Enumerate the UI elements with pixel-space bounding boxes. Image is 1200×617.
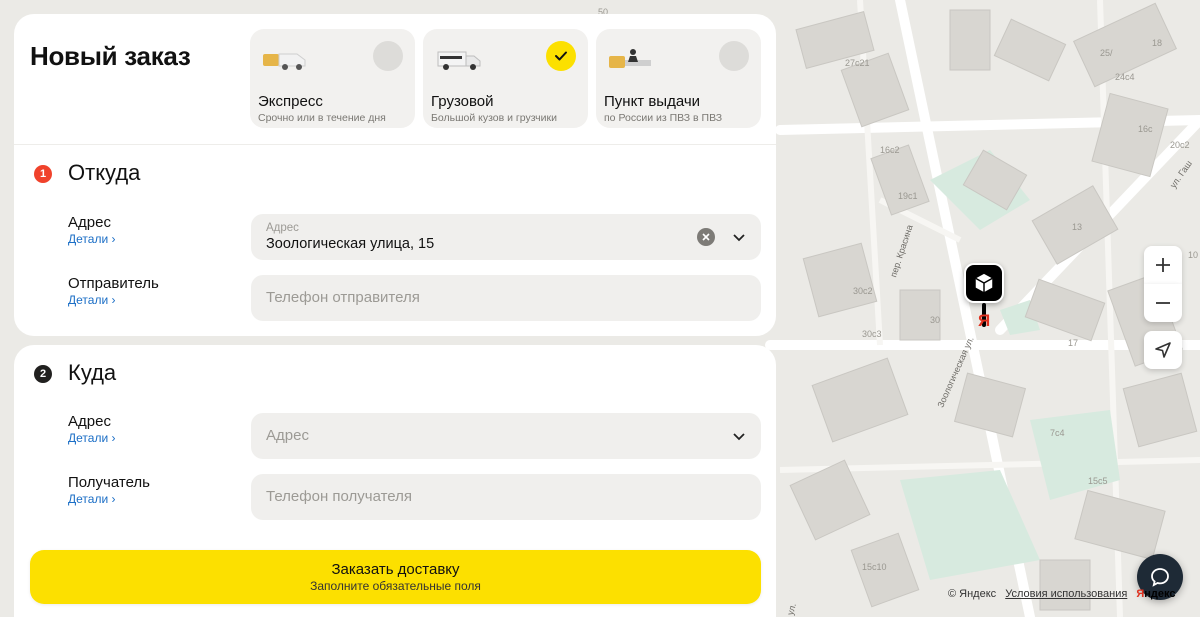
chat-icon bbox=[1151, 568, 1169, 587]
delivery-type-title: Экспресс bbox=[258, 93, 323, 110]
house-number: 7с4 bbox=[1050, 428, 1065, 438]
to-address-details-link[interactable]: Детали › bbox=[68, 431, 116, 445]
to-address-placeholder: Адрес bbox=[266, 427, 309, 444]
locate-button[interactable] bbox=[1144, 331, 1182, 369]
order-button-label: Заказать доставку bbox=[331, 561, 460, 578]
map-marker[interactable] bbox=[964, 263, 1004, 303]
step-title-from: Откуда bbox=[68, 160, 141, 185]
zoom-out-button[interactable] bbox=[1144, 284, 1182, 322]
clear-address-button[interactable] bbox=[697, 228, 715, 246]
house-number: 17 bbox=[1068, 338, 1079, 348]
delivery-type-pickup[interactable]: Пункт выдачи по России из ПВЗ в ПВЗ bbox=[596, 29, 761, 128]
house-number: 16с2 bbox=[880, 145, 900, 155]
house-number: 16с bbox=[1138, 124, 1153, 134]
chevron-right-icon: › bbox=[111, 293, 116, 307]
house-number: 24с4 bbox=[1115, 72, 1135, 82]
recipient-phone-placeholder: Телефон получателя bbox=[266, 488, 413, 505]
house-number: 15с5 bbox=[1088, 476, 1108, 486]
from-address-field[interactable]: Адрес Зоологическая улица, 15 bbox=[251, 214, 761, 260]
house-number: 18 bbox=[1152, 38, 1163, 48]
from-address-label: Адрес bbox=[68, 214, 111, 231]
from-address-field-label: Адрес bbox=[266, 222, 299, 234]
clear-icon bbox=[702, 233, 710, 241]
chevron-right-icon: › bbox=[111, 232, 116, 246]
delivery-type-express[interactable]: Экспресс Срочно или в течение дня bbox=[250, 29, 415, 128]
house-number: 15с10 bbox=[862, 562, 887, 572]
recipient-phone-field[interactable]: Телефон получателя bbox=[251, 474, 761, 520]
chevron-right-icon: › bbox=[111, 492, 116, 506]
order-delivery-button[interactable]: Заказать доставку Заполните обязательные… bbox=[30, 550, 761, 604]
copyright-text: © Яндекс bbox=[948, 588, 997, 600]
step-number-from: 1 bbox=[34, 165, 52, 183]
house-number: 13 bbox=[1072, 222, 1083, 232]
order-card-from: Новый заказ Экспресс Срочно или в течени… bbox=[14, 14, 776, 336]
from-address-value[interactable]: Зоологическая улица, 15 bbox=[266, 236, 434, 252]
house-number: 20с2 bbox=[1170, 140, 1190, 150]
delivery-type-cargo-check bbox=[546, 41, 576, 71]
house-number: 30 bbox=[930, 315, 941, 325]
delivery-type-subtitle: по России из ПВЗ в ПВЗ bbox=[604, 112, 723, 124]
map-copyright: © Яндекс Условия использования Яндекс bbox=[948, 588, 1176, 600]
sender-phone-field[interactable]: Телефон отправителя bbox=[251, 275, 761, 321]
truck-icon bbox=[437, 51, 481, 70]
yandex-logo: Яндекс bbox=[1136, 588, 1176, 600]
terms-link[interactable]: Условия использования bbox=[1005, 588, 1127, 600]
sender-label: Отправитель bbox=[68, 275, 159, 292]
zoom-in-icon bbox=[1156, 258, 1170, 272]
house-number: 10 bbox=[1188, 250, 1199, 260]
delivery-type-express-check bbox=[373, 41, 403, 71]
recipient-details-link[interactable]: Детали › bbox=[68, 492, 116, 506]
delivery-type-title: Пункт выдачи bbox=[604, 93, 701, 110]
from-address-details-link[interactable]: Детали › bbox=[68, 232, 116, 246]
delivery-type-title: Грузовой bbox=[431, 93, 494, 110]
delivery-type-subtitle: Большой кузов и грузчики bbox=[431, 112, 557, 124]
chevron-down-icon[interactable] bbox=[731, 428, 747, 444]
check-icon bbox=[555, 51, 567, 61]
zoom-out-icon bbox=[1156, 302, 1170, 304]
locate-icon bbox=[1155, 342, 1171, 358]
recipient-label: Получатель bbox=[68, 474, 150, 491]
chevron-right-icon: › bbox=[111, 431, 116, 445]
sender-details-link[interactable]: Детали › bbox=[68, 293, 116, 307]
cube-icon bbox=[975, 273, 993, 293]
page-title: Новый заказ bbox=[30, 41, 191, 71]
to-address-field[interactable]: Адрес bbox=[251, 413, 761, 459]
to-address-label: Адрес bbox=[68, 413, 111, 430]
house-number: 25/ bbox=[1100, 48, 1113, 58]
house-number: 30с3 bbox=[862, 329, 882, 339]
express-car-icon bbox=[263, 53, 306, 70]
delivery-type-subtitle: Срочно или в течение дня bbox=[258, 112, 386, 124]
map-marker-letter: Я bbox=[978, 311, 991, 330]
divider bbox=[14, 144, 776, 145]
step-title-to: Куда bbox=[68, 360, 117, 385]
order-button-hint: Заполните обязательные поля bbox=[310, 579, 481, 593]
house-number: 19с1 bbox=[898, 191, 918, 201]
house-number: 30с2 bbox=[853, 286, 873, 296]
house-number: 27с21 bbox=[845, 58, 870, 68]
zoom-in-button[interactable] bbox=[1144, 246, 1182, 284]
delivery-type-pickup-check bbox=[719, 41, 749, 71]
pickup-point-icon bbox=[609, 49, 651, 68]
sender-phone-placeholder: Телефон отправителя bbox=[266, 289, 420, 306]
chevron-down-icon[interactable] bbox=[731, 229, 747, 245]
delivery-type-cargo[interactable]: Грузовой Большой кузов и грузчики bbox=[423, 29, 588, 128]
step-number-to: 2 bbox=[34, 365, 52, 383]
